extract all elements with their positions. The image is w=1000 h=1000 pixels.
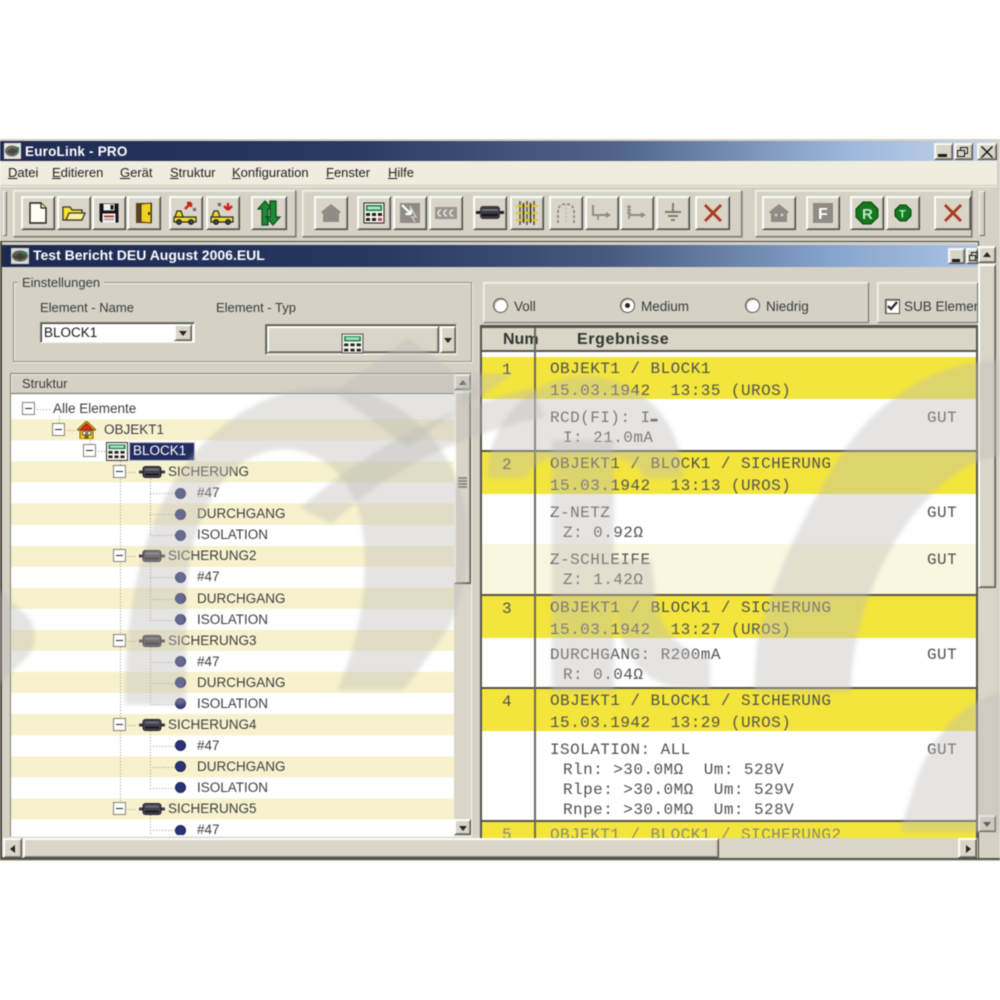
svg-text:R: R <box>862 206 873 223</box>
svg-text:T: T <box>899 209 906 221</box>
svg-text:F: F <box>818 206 828 223</box>
